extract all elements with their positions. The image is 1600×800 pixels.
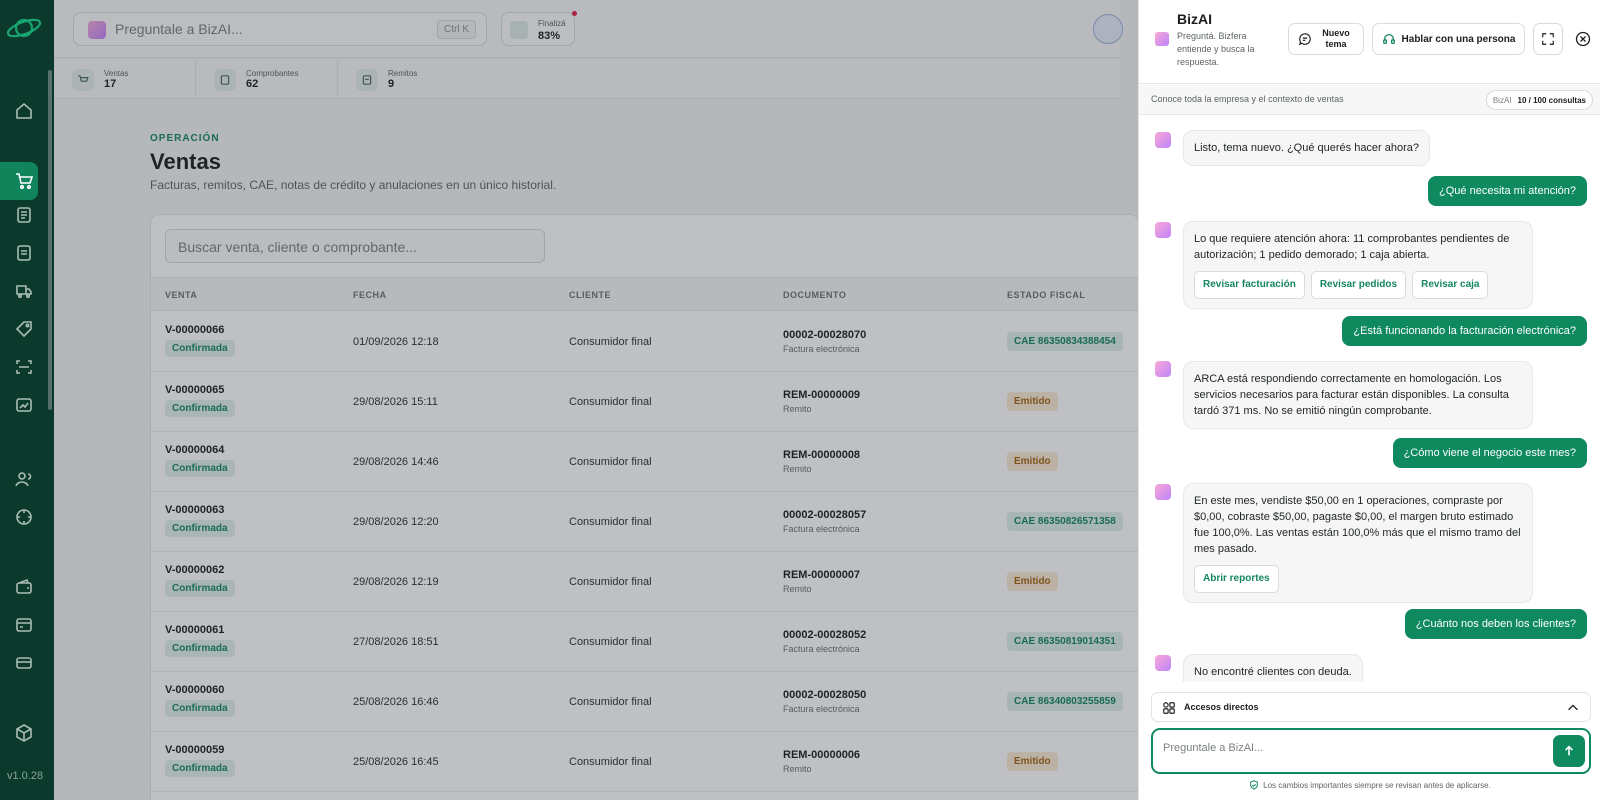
app-version: v1.0.28 [7, 770, 44, 782]
context-bar: Conoce toda la empresa y el contexto de … [1139, 85, 1600, 115]
document-icon[interactable] [9, 238, 39, 268]
bot-message: Listo, tema nuevo. ¿Qué querés hacer aho… [1183, 130, 1431, 166]
message-text: ¿Está funcionando la facturación electró… [1353, 325, 1576, 337]
bot-message: En este mes, vendiste $50,00 en 1 operac… [1183, 483, 1533, 603]
bot-message: No encontré clientes con deuda. [1183, 654, 1363, 682]
bizai-chat-panel: BizAI Preguntá. Bizfera entiende y busca… [1138, 0, 1600, 800]
quota-badge: BizAI 10 / 100 consultas [1485, 90, 1593, 110]
chat-title: BizAI [1177, 11, 1212, 27]
rail-scrollbar[interactable] [48, 70, 52, 410]
bot-message: ARCA está respondiendo correctamente en … [1183, 361, 1533, 429]
new-topic-button[interactable]: Nuevo tema [1288, 23, 1364, 55]
receipt-icon[interactable] [9, 200, 39, 230]
arrow-up-icon [1564, 745, 1574, 756]
safety-footnote: Los cambios importantes siempre se revis… [1139, 780, 1600, 790]
bizai-icon [1155, 32, 1169, 46]
bizai-avatar-icon [1155, 132, 1171, 148]
bizai-avatar-icon [1155, 484, 1171, 500]
quota-label: BizAI [1492, 95, 1512, 105]
quick-access-toggle[interactable]: Accesos directos [1151, 692, 1591, 722]
wallet-icon[interactable] [9, 572, 39, 602]
chat-bubble-icon [1298, 33, 1311, 46]
expand-button[interactable] [1533, 23, 1563, 55]
message-text: ¿Qué necesita mi atención? [1439, 185, 1576, 197]
grid-icon [1163, 702, 1175, 714]
close-icon [1575, 31, 1591, 47]
box-icon[interactable] [9, 718, 39, 748]
talk-to-human-button[interactable]: Hablar con una persona [1372, 23, 1525, 55]
chat-header: BizAI Preguntá. Bizfera entiende y busca… [1139, 0, 1600, 84]
card-icon[interactable] [9, 648, 39, 678]
message-text: ARCA está respondiendo correctamente en … [1194, 373, 1509, 417]
cart-icon[interactable] [9, 166, 39, 196]
delivery-icon[interactable] [9, 276, 39, 306]
headset-icon [1382, 33, 1395, 45]
chat-input-box[interactable] [1151, 728, 1591, 774]
reports-icon[interactable] [9, 390, 39, 420]
bank-icon[interactable] [9, 610, 39, 640]
bizai-avatar-icon [1155, 361, 1171, 377]
review-orders-button[interactable]: Revisar pedidos [1310, 271, 1407, 299]
close-chat-button[interactable] [1569, 23, 1597, 55]
new-topic-label: Nuevo tema [1322, 28, 1350, 49]
message-text: En este mes, vendiste $50,00 en 1 operac… [1194, 495, 1521, 555]
modal-backdrop[interactable] [54, 0, 1138, 800]
user-message: ¿Está funcionando la facturación electró… [1342, 316, 1587, 346]
message-text: ¿Cómo viene el negocio este mes? [1403, 447, 1576, 459]
chat-messages[interactable]: Listo, tema nuevo. ¿Qué querés hacer aho… [1139, 116, 1600, 682]
message-actions: Revisar facturación Revisar pedidos Revi… [1194, 271, 1522, 299]
open-reports-button[interactable]: Abrir reportes [1194, 565, 1279, 593]
review-billing-button[interactable]: Revisar facturación [1194, 271, 1305, 299]
quick-access-label: Accesos directos [1184, 702, 1259, 712]
message-text: Lo que requiere atención ahora: 11 compr… [1194, 233, 1510, 261]
send-button[interactable] [1553, 735, 1585, 767]
left-rail: v1.0.28 [0, 0, 54, 800]
message-text: Listo, tema nuevo. ¿Qué querés hacer aho… [1194, 142, 1420, 154]
bot-message: Lo que requiere atención ahora: 11 compr… [1183, 221, 1533, 309]
footnote-text: Los cambios importantes siempre se revis… [1263, 780, 1491, 790]
user-message: ¿Qué necesita mi atención? [1428, 176, 1587, 206]
user-message: ¿Cuánto nos deben los clientes? [1404, 609, 1587, 639]
message-text: No encontré clientes con deuda. [1194, 666, 1352, 678]
review-cash-button[interactable]: Revisar caja [1412, 271, 1489, 299]
expand-icon [1542, 33, 1554, 45]
message-actions: Abrir reportes [1194, 565, 1522, 593]
user-message: ¿Cómo viene el negocio este mes? [1392, 438, 1587, 468]
chat-input[interactable] [1163, 742, 1543, 754]
quota-value: 10 / 100 consultas [1517, 95, 1586, 105]
users-icon[interactable] [9, 464, 39, 494]
bizai-avatar-icon [1155, 655, 1171, 671]
message-text: ¿Cuánto nos deben los clientes? [1415, 618, 1576, 630]
compass-icon[interactable] [9, 502, 39, 532]
home-icon[interactable] [9, 96, 39, 126]
tag-icon[interactable] [9, 314, 39, 344]
context-text: Conoce toda la empresa y el contexto de … [1151, 94, 1344, 104]
shield-check-icon [1250, 780, 1258, 790]
talk-to-human-label: Hablar con una persona [1401, 33, 1516, 45]
chevron-up-icon [1568, 704, 1578, 711]
planet-logo-icon[interactable] [4, 12, 44, 42]
bizai-avatar-icon [1155, 222, 1171, 238]
chat-tagline: Preguntá. Bizfera entiende y busca la re… [1177, 31, 1255, 67]
scan-icon[interactable] [9, 352, 39, 382]
